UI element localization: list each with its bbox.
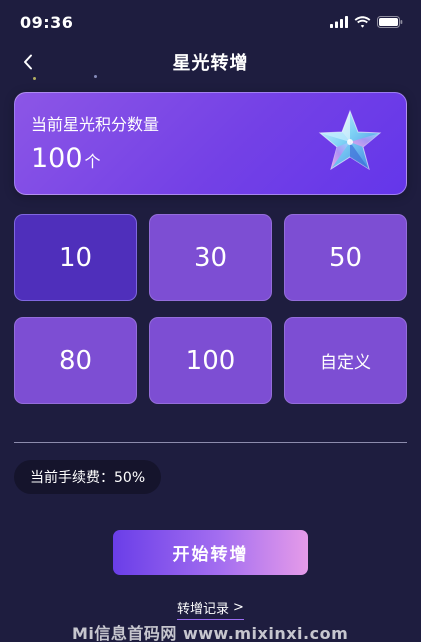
start-transfer-button[interactable]: 开始转增 bbox=[113, 530, 308, 575]
fee-text: 当前手续费：50% bbox=[30, 470, 146, 486]
nav-bar: 星光转增 bbox=[0, 44, 421, 80]
signal-icon bbox=[330, 16, 348, 28]
crystal-star-icon bbox=[318, 109, 382, 171]
back-button[interactable] bbox=[14, 48, 42, 76]
page-title: 星光转增 bbox=[172, 53, 249, 74]
points-label: 当前星光积分数量 bbox=[31, 115, 160, 134]
transfer-records-link[interactable]: 转增记录 > bbox=[0, 598, 421, 620]
amount-option-80[interactable]: 80 bbox=[14, 317, 137, 404]
fee-badge: 当前手续费：50% bbox=[14, 460, 162, 494]
amount-option-30[interactable]: 30 bbox=[149, 214, 272, 301]
chevron-right-icon: > bbox=[233, 600, 244, 615]
status-icons bbox=[330, 16, 403, 28]
chevron-left-icon bbox=[24, 54, 32, 70]
amount-option-10[interactable]: 10 bbox=[14, 214, 137, 301]
status-bar: 09:36 bbox=[0, 0, 421, 44]
sparkle-decoration bbox=[33, 77, 36, 80]
points-value-row: 100 个 bbox=[31, 143, 101, 174]
status-time: 09:36 bbox=[20, 12, 74, 32]
amount-option-50[interactable]: 50 bbox=[284, 214, 407, 301]
amount-option-custom[interactable]: 自定义 bbox=[284, 317, 407, 404]
battery-icon bbox=[377, 16, 403, 28]
amount-grid: 10 30 50 80 100 自定义 bbox=[14, 214, 407, 404]
transfer-records-label: 转增记录 bbox=[177, 602, 230, 617]
sparkle-decoration bbox=[94, 75, 97, 78]
transfer-records-link-inner: 转增记录 > bbox=[177, 598, 244, 620]
divider bbox=[14, 442, 407, 443]
watermark: Mi信息首码网 www.mixinxi.com bbox=[72, 624, 349, 642]
amount-option-100[interactable]: 100 bbox=[149, 317, 272, 404]
points-card: 当前星光积分数量 100 个 bbox=[14, 92, 407, 195]
points-value: 100 bbox=[31, 143, 83, 174]
points-unit: 个 bbox=[84, 152, 101, 171]
wifi-icon bbox=[354, 16, 371, 28]
